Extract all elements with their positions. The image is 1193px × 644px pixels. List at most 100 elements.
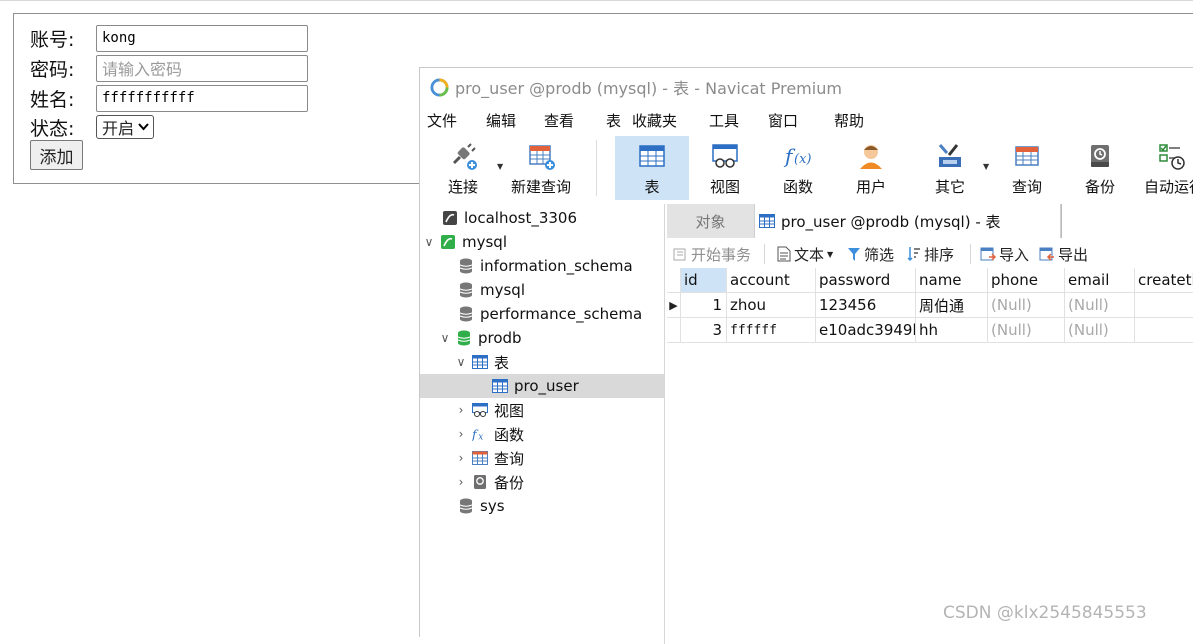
toolbar-function[interactable]: f (x) 函数 xyxy=(761,136,835,200)
tree-connection-localhost[interactable]: localhost_3306 xyxy=(420,206,664,230)
toolbar-query[interactable]: 查询 xyxy=(990,136,1064,200)
connect-dropdown-icon[interactable]: ▼ xyxy=(497,162,503,171)
cell-name[interactable]: 周伯通 xyxy=(916,293,988,318)
query-icon xyxy=(472,450,488,466)
cell-createtime[interactable] xyxy=(1135,318,1193,343)
column-header-account[interactable]: account xyxy=(727,268,816,293)
tree-table-pro-user[interactable]: pro_user xyxy=(420,374,664,398)
current-row-indicator-icon[interactable]: ▶ xyxy=(667,293,681,318)
column-header-email[interactable]: email xyxy=(1065,268,1135,293)
tree-db-prodb[interactable]: ∨ prodb xyxy=(420,326,664,350)
tree-db-performance-schema[interactable]: performance_schema xyxy=(420,302,664,326)
account-input[interactable]: kong xyxy=(96,24,308,52)
chevron-right-icon[interactable]: › xyxy=(454,403,468,417)
menu-edit[interactable]: 编辑 xyxy=(486,110,516,131)
table-icon xyxy=(639,145,665,167)
row-header[interactable] xyxy=(667,318,681,343)
account-label: 账号: xyxy=(30,28,75,51)
menu-help[interactable]: 帮助 xyxy=(834,110,864,131)
svg-text:x: x xyxy=(478,432,483,442)
toolbar-query-label: 查询 xyxy=(1011,178,1042,196)
chevron-right-icon[interactable]: › xyxy=(454,475,468,489)
column-header-createtime[interactable]: createti xyxy=(1135,268,1193,293)
export-icon xyxy=(1039,247,1054,261)
toolbar-user[interactable]: 用户 xyxy=(834,136,908,200)
toolbar-connect-label: 连接 xyxy=(447,178,478,196)
filter-button[interactable]: 筛选 xyxy=(847,244,894,265)
cell-id[interactable]: 1 xyxy=(681,293,727,318)
status-row: 状态: 开启 xyxy=(30,113,155,141)
tree-label: mysql xyxy=(480,281,525,299)
filter-label: 筛选 xyxy=(864,245,895,264)
cell-createtime[interactable] xyxy=(1135,293,1193,318)
table-toolbar: 开始事务 文本 ▼ 筛选 排序 导入 导出 xyxy=(667,240,1193,268)
begin-transaction-button[interactable]: 开始事务 xyxy=(673,244,751,265)
cell-password[interactable]: 123456 xyxy=(816,293,916,318)
chevron-down-icon[interactable]: ∨ xyxy=(422,235,436,249)
toolbar-other[interactable]: 其它 xyxy=(913,136,987,200)
tools-icon xyxy=(938,144,961,167)
sort-label: 排序 xyxy=(924,245,955,264)
status-label: 状态: xyxy=(30,117,75,140)
menu-tools[interactable]: 工具 xyxy=(709,110,739,131)
other-dropdown-icon[interactable]: ▼ xyxy=(983,162,989,171)
menu-window[interactable]: 窗口 xyxy=(768,110,798,131)
chevron-right-icon[interactable]: › xyxy=(454,451,468,465)
toolbar-table[interactable]: 表 xyxy=(615,136,689,200)
tree-node-backups[interactable]: › 备份 xyxy=(420,470,664,494)
tree-node-queries[interactable]: › 查询 xyxy=(420,446,664,470)
import-button[interactable]: 导入 xyxy=(980,244,1029,265)
toolbar-user-label: 用户 xyxy=(855,178,886,196)
tab-objects[interactable]: 对象 xyxy=(667,204,755,238)
toolbar-auto-run[interactable]: 自动运行 xyxy=(1136,136,1193,200)
tree-db-information-schema[interactable]: information_schema xyxy=(420,254,664,278)
cell-password[interactable]: e10adc3949b xyxy=(816,318,916,343)
column-header-password[interactable]: password xyxy=(816,268,916,293)
filter-icon xyxy=(848,247,860,261)
mysql-connection-icon xyxy=(440,234,456,250)
tree-label: 视图 xyxy=(494,401,525,420)
chevron-down-icon[interactable]: ∨ xyxy=(454,355,468,369)
menu-favorites[interactable]: 收藏夹 xyxy=(632,110,677,131)
tree-node-functions[interactable]: › fx 函数 xyxy=(420,422,664,446)
tree-db-sys[interactable]: sys xyxy=(420,494,664,518)
toolbar-view[interactable]: 视图 xyxy=(688,136,762,200)
name-input[interactable]: fffffffffff xyxy=(96,84,308,112)
column-header-phone[interactable]: phone xyxy=(988,268,1065,293)
cell-id[interactable]: 3 xyxy=(681,318,727,343)
menu-table[interactable]: 表 xyxy=(606,110,621,131)
tree-node-tables[interactable]: ∨ 表 xyxy=(420,350,664,374)
toolbar-connect[interactable]: 连接 xyxy=(426,136,500,200)
database-icon xyxy=(458,498,474,514)
sort-button[interactable]: 排序 xyxy=(907,244,954,265)
cell-name[interactable]: hh xyxy=(916,318,988,343)
chevron-down-icon[interactable]: ∨ xyxy=(438,331,452,345)
menu-file[interactable]: 文件 xyxy=(427,110,457,131)
new-query-icon xyxy=(529,145,555,170)
chevron-right-icon[interactable]: › xyxy=(454,427,468,441)
cell-phone[interactable]: (Null) xyxy=(988,293,1065,318)
cell-phone[interactable]: (Null) xyxy=(988,318,1065,343)
user-icon xyxy=(860,145,882,169)
column-header-id[interactable]: id xyxy=(681,268,727,293)
cell-email[interactable]: (Null) xyxy=(1065,293,1135,318)
tree-db-mysql[interactable]: mysql xyxy=(420,278,664,302)
import-icon xyxy=(980,247,996,261)
status-select[interactable]: 开启 xyxy=(96,115,155,139)
toolbar-new-query[interactable]: 新建查询 xyxy=(504,136,578,200)
menu-view[interactable]: 查看 xyxy=(544,110,574,131)
cell-account[interactable]: zhou xyxy=(727,293,816,318)
cell-account[interactable]: ffffff xyxy=(727,318,816,343)
text-button[interactable]: 文本 ▼ xyxy=(777,244,833,265)
password-input[interactable]: 请输入密码 xyxy=(96,54,308,82)
tree-connection-mysql[interactable]: ∨ mysql xyxy=(420,230,664,254)
cell-email[interactable]: (Null) xyxy=(1065,318,1135,343)
add-button[interactable]: 添加 xyxy=(30,140,83,170)
tab-pro-user[interactable]: pro_user @prodb (mysql) - 表 xyxy=(755,204,1061,238)
toolbar-backup[interactable]: 备份 xyxy=(1063,136,1137,200)
mysql-connection-icon xyxy=(442,210,458,226)
column-header-name[interactable]: name xyxy=(916,268,988,293)
export-button[interactable]: 导出 xyxy=(1039,244,1088,265)
toolbar-auto-run-label: 自动运行 xyxy=(1144,178,1193,196)
tree-node-views[interactable]: › 视图 xyxy=(420,398,664,422)
